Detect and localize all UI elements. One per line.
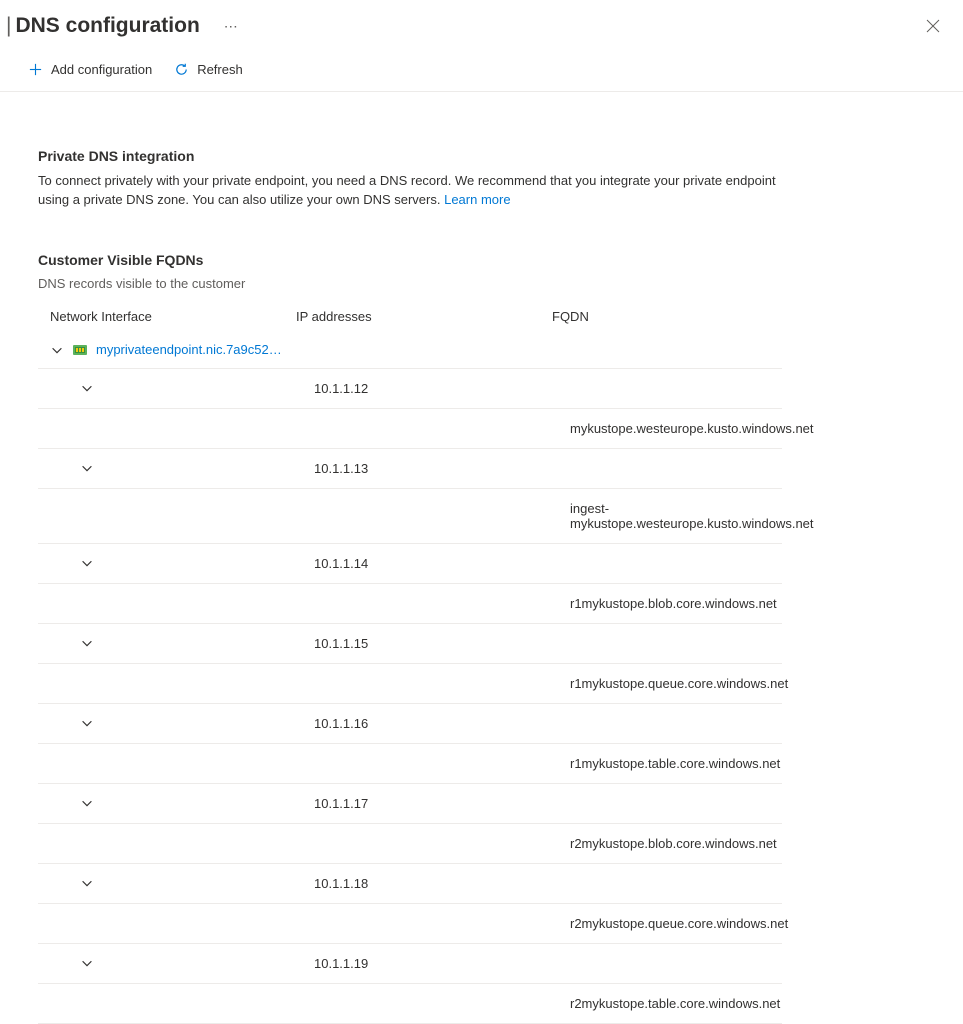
table-header-row: Network Interface IP addresses FQDN [38,301,782,332]
private-dns-description: To connect privately with your private e… [38,172,782,210]
refresh-label: Refresh [197,62,243,77]
fqdn-row: r1mykustope.table.core.windows.net [38,744,782,784]
chevron-down-icon [80,876,94,890]
ip-row[interactable]: 10.1.1.19 [38,944,782,984]
expand-toggle[interactable] [68,556,314,570]
fqdn-value: ingest-mykustope.westeurope.kusto.window… [570,501,814,531]
fqdn-value: r2mykustope.table.core.windows.net [570,996,782,1011]
expand-toggle[interactable] [68,876,314,890]
expand-toggle[interactable] [68,461,314,475]
fqdn-row: r1mykustope.queue.core.windows.net [38,664,782,704]
ip-address-value: 10.1.1.18 [314,876,570,891]
fqdn-value: r2mykustope.blob.core.windows.net [570,836,782,851]
chevron-down-icon [80,956,94,970]
ip-row[interactable]: 10.1.1.14 [38,544,782,584]
add-configuration-button[interactable]: Add configuration [28,62,152,77]
refresh-button[interactable]: Refresh [174,62,243,77]
fqdn-row: r2mykustope.table.core.windows.net [38,984,782,1024]
chevron-down-icon [80,636,94,650]
expand-toggle[interactable] [68,956,314,970]
expand-toggle[interactable] [68,796,314,810]
network-interface-icon [72,342,88,358]
ip-address-value: 10.1.1.19 [314,956,570,971]
ip-address-value: 10.1.1.12 [314,381,570,396]
fqdns-heading: Customer Visible FQDNs [38,252,782,268]
plus-icon [28,62,43,77]
ip-address-value: 10.1.1.14 [314,556,570,571]
column-header-ip-addresses: IP addresses [296,309,552,324]
more-menu-icon[interactable]: ⋯ [224,18,239,35]
ip-address-value: 10.1.1.15 [314,636,570,651]
fqdn-value: r1mykustope.blob.core.windows.net [570,596,782,611]
chevron-down-icon [80,461,94,475]
private-dns-heading: Private DNS integration [38,148,782,164]
fqdn-value: r2mykustope.queue.core.windows.net [570,916,788,931]
expand-toggle[interactable] [68,636,314,650]
fqdn-value: r1mykustope.table.core.windows.net [570,756,782,771]
column-header-network-interface: Network Interface [50,309,296,324]
fqdns-subheading: DNS records visible to the customer [38,276,782,291]
add-configuration-label: Add configuration [51,62,152,77]
refresh-icon [174,62,189,77]
expand-toggle[interactable] [68,716,314,730]
ip-row[interactable]: 10.1.1.16 [38,704,782,744]
ip-address-value: 10.1.1.16 [314,716,570,731]
chevron-down-icon [80,381,94,395]
chevron-down-icon [80,556,94,570]
expand-toggle[interactable] [68,381,314,395]
nic-row[interactable]: myprivateendpoint.nic.7a9c52… [38,332,782,369]
fqdn-value: mykustope.westeurope.kusto.windows.net [570,421,814,436]
ip-row[interactable]: 10.1.1.15 [38,624,782,664]
ip-row[interactable]: 10.1.1.18 [38,864,782,904]
fqdn-value: r1mykustope.queue.core.windows.net [570,676,788,691]
blade-header: |DNS configuration ⋯ [0,0,963,52]
ip-row[interactable]: 10.1.1.17 [38,784,782,824]
chevron-down-icon [50,343,64,357]
fqdn-row: ingest-mykustope.westeurope.kusto.window… [38,489,782,544]
ip-row[interactable]: 10.1.1.13 [38,449,782,489]
fqdn-row: mykustope.westeurope.kusto.windows.net [38,409,782,449]
fqdn-row: r2mykustope.blob.core.windows.net [38,824,782,864]
fqdn-row: r1mykustope.blob.core.windows.net [38,584,782,624]
column-header-fqdn: FQDN [552,309,782,324]
ip-row[interactable]: 10.1.1.12 [38,369,782,409]
ip-address-value: 10.1.1.13 [314,461,570,476]
ip-address-value: 10.1.1.17 [314,796,570,811]
chevron-down-icon [80,716,94,730]
command-bar: Add configuration Refresh [0,52,963,92]
chevron-down-icon [80,796,94,810]
learn-more-link[interactable]: Learn more [444,192,510,207]
fqdn-row: r2mykustope.queue.core.windows.net [38,904,782,944]
close-icon[interactable] [925,18,941,34]
page-title: |DNS configuration [6,14,200,38]
nic-name: myprivateendpoint.nic.7a9c52… [96,342,282,357]
